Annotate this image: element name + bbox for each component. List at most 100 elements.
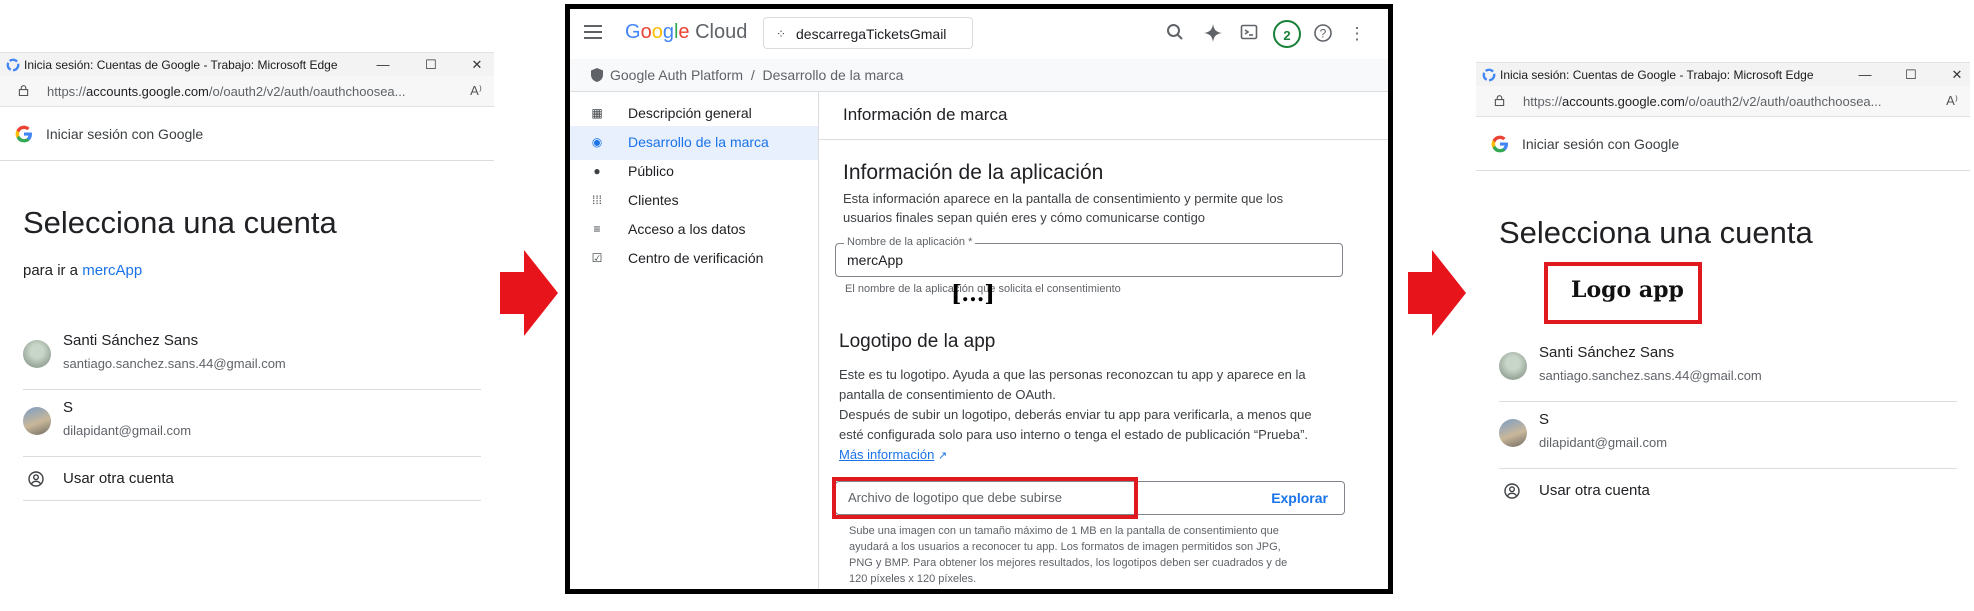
use-other-account-label: Usar otra cuenta — [63, 470, 174, 487]
palette-icon: ◉ — [591, 135, 603, 149]
section-title: Información de marca — [843, 105, 1008, 124]
app-name-field[interactable]: Nombre de la aplicación * mercApp — [835, 236, 1343, 277]
account-row[interactable]: S dilapidant@gmail.com — [1499, 402, 1957, 469]
google-g-icon — [6, 58, 20, 72]
avatar — [23, 340, 51, 368]
url-text: https://accounts.google.com/o/oauth2/v2/… — [47, 84, 406, 99]
lock-icon — [1494, 95, 1505, 106]
shield-icon — [591, 68, 603, 82]
red-arrow-icon — [500, 250, 558, 336]
avatar — [1499, 419, 1527, 447]
search-icon[interactable] — [1164, 23, 1186, 45]
title-bar: Inicia sesión: Cuentas de Google - Traba… — [0, 52, 494, 77]
window-title: Inicia sesión: Cuentas de Google - Traba… — [24, 58, 338, 72]
account-email: dilapidant@gmail.com — [63, 423, 192, 438]
app-info-heading: Información de la aplicación — [843, 161, 1104, 184]
google-g-icon — [1482, 68, 1496, 82]
sidebar-item-label: Descripción general — [628, 105, 752, 121]
use-other-account-row[interactable]: Usar otra cuenta — [23, 458, 481, 501]
use-other-account-row[interactable]: Usar otra cuenta — [1499, 470, 1957, 512]
highlight-box — [832, 477, 1138, 519]
google-signin-bar: Iniciar sesión con Google — [0, 108, 494, 161]
upload-help-text: Sube una imagen con un tamaño máximo de … — [849, 525, 1288, 585]
address-bar[interactable]: https://accounts.google.com/o/oauth2/v2/… — [1476, 86, 1970, 117]
more-vert-icon[interactable]: ⋮ — [1346, 23, 1368, 45]
svg-text:?: ? — [1320, 27, 1327, 41]
google-cloud-logo[interactable]: Google Cloud — [625, 21, 747, 44]
omitted-content-ellipsis: [...] — [951, 281, 995, 307]
gemini-sparkle-icon[interactable] — [1202, 23, 1224, 45]
account-email: santiago.sanchez.sans.44@gmail.com — [1539, 368, 1762, 383]
close-icon[interactable]: ✕ — [1946, 65, 1968, 85]
maximize-icon[interactable]: ☐ — [420, 55, 442, 75]
google-signin-label: Iniciar sesión con Google — [1522, 136, 1680, 152]
breadcrumb-text[interactable]: Google Auth Platform / Desarrollo de la … — [610, 67, 903, 83]
sidebar-item-label: Desarrollo de la marca — [628, 134, 769, 150]
sidebar-item-label: Clientes — [628, 192, 679, 208]
google-logo-icon — [15, 125, 32, 143]
external-link-icon: ↗ — [938, 450, 948, 462]
account-name: Santi Sánchez Sans — [63, 332, 199, 349]
logo-heading: Logotipo de la app — [839, 331, 996, 352]
sidebar-item-label: Acceso a los datos — [628, 221, 746, 237]
breadcrumb: Google Auth Platform / Desarrollo de la … — [570, 59, 1388, 92]
dashboard-icon: ▦ — [591, 106, 603, 120]
google-signin-bar: Iniciar sesión con Google — [1476, 118, 1970, 171]
maximize-icon[interactable]: ☐ — [1900, 65, 1922, 85]
read-aloud-icon[interactable]: A⁾ — [1946, 93, 1958, 109]
grid-icon: ⁞⁞⁞ — [591, 193, 602, 207]
app-name-link[interactable]: mercApp — [82, 262, 142, 279]
account-circle-icon — [28, 471, 44, 487]
logo-app-placeholder: Logo app — [1571, 277, 1684, 303]
account-row[interactable]: Santi Sánchez Sans santiago.sanchez.sans… — [23, 323, 481, 390]
account-row[interactable]: Santi Sánchez Sans santiago.sanchez.sans… — [1499, 335, 1957, 402]
account-row[interactable]: S dilapidant@gmail.com — [23, 390, 481, 457]
project-name: descarregaTicketsGmail — [796, 26, 947, 42]
console-top-bar: Google Cloud ⁘ descarregaTicketsGmail 2 … — [570, 9, 1388, 59]
app-name-label: Nombre de la aplicación * — [844, 236, 976, 248]
divider — [819, 139, 1388, 140]
help-icon[interactable]: ? — [1312, 23, 1334, 45]
red-arrow-icon — [1408, 250, 1466, 336]
avatar — [1499, 352, 1527, 380]
sidebar-item-label: Público — [628, 163, 674, 179]
google-signin-label: Iniciar sesión con Google — [46, 126, 204, 142]
browse-button[interactable]: Explorar — [1271, 490, 1328, 506]
checkbox-icon: ☑ — [591, 251, 603, 265]
project-selector[interactable]: ⁘ descarregaTicketsGmail — [763, 17, 973, 49]
page-title: Selecciona una cuenta — [1499, 215, 1813, 250]
account-name: S — [1539, 411, 1550, 428]
logo-description: Este es tu logotipo. Ayuda a que las per… — [839, 367, 1312, 462]
app-info-description: Esta información aparece en la pantalla … — [843, 191, 1284, 225]
close-icon[interactable]: ✕ — [466, 55, 488, 75]
avatar — [23, 407, 51, 435]
continue-to-text: para ir a mercApp — [23, 262, 143, 279]
data-access-icon: ≡ — [593, 222, 601, 236]
use-other-account-label: Usar otra cuenta — [1539, 482, 1650, 499]
minimize-icon[interactable]: — — [372, 55, 394, 75]
minimize-icon[interactable]: — — [1854, 65, 1876, 85]
page-title: Selecciona una cuenta — [23, 205, 337, 240]
project-icon: ⁘ — [776, 27, 787, 41]
more-info-link[interactable]: Más información — [839, 447, 934, 462]
notifications-badge[interactable]: 2 — [1273, 20, 1301, 48]
account-name: Santi Sánchez Sans — [1539, 344, 1675, 361]
sidebar: ▦ Descripción general ◉ Desarrollo de la… — [570, 91, 819, 589]
address-bar[interactable]: https://accounts.google.com/o/oauth2/v2/… — [0, 76, 494, 107]
account-email: dilapidant@gmail.com — [1539, 435, 1668, 450]
hamburger-menu-icon[interactable] — [584, 25, 602, 39]
person-icon: ● — [593, 164, 601, 178]
account-email: santiago.sanchez.sans.44@gmail.com — [63, 356, 286, 371]
read-aloud-icon[interactable]: A⁾ — [470, 83, 482, 99]
cloud-shell-icon[interactable] — [1238, 23, 1260, 45]
app-name-value: mercApp — [847, 252, 904, 268]
url-text: https://accounts.google.com/o/oauth2/v2/… — [1523, 94, 1882, 109]
edge-window-left: Inicia sesión: Cuentas de Google - Traba… — [0, 0, 494, 601]
title-bar: Inicia sesión: Cuentas de Google - Traba… — [1476, 62, 1970, 87]
window-title: Inicia sesión: Cuentas de Google - Traba… — [1500, 68, 1814, 82]
google-logo-icon — [1491, 135, 1508, 153]
sidebar-item-label: Centro de verificación — [628, 250, 764, 266]
lock-icon — [18, 85, 29, 96]
account-name: S — [63, 399, 74, 416]
sidebar-item-verification[interactable]: ☑ Centro de verificación — [570, 242, 818, 276]
